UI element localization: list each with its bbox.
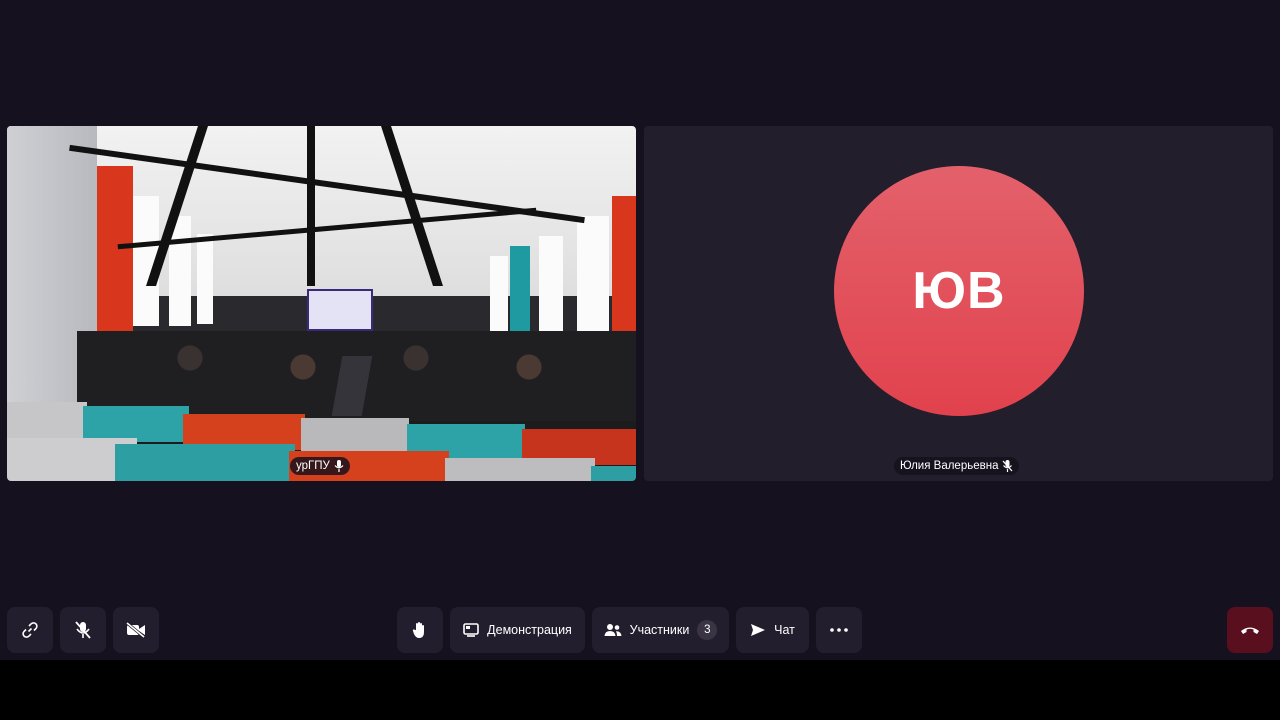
participant-tile-avatar[interactable]: ЮВ Юлия Валерьевна <box>644 126 1273 481</box>
send-icon <box>750 623 766 637</box>
raise-hand-button[interactable] <box>397 607 443 653</box>
screen-share-label: Демонстрация <box>487 623 572 637</box>
mic-off-icon <box>75 621 91 639</box>
participant-tile-video[interactable]: урГПУ <box>7 126 636 481</box>
microphone-toggle-button[interactable] <box>60 607 106 653</box>
screen-share-button[interactable]: Демонстрация <box>450 607 585 653</box>
mic-on-icon <box>334 460 344 472</box>
participant-name: урГПУ <box>296 460 330 472</box>
bottom-bar <box>0 660 1280 720</box>
copy-link-button[interactable] <box>7 607 53 653</box>
camera-toggle-button[interactable] <box>113 607 159 653</box>
link-icon <box>21 621 39 639</box>
avatar: ЮВ <box>834 166 1084 416</box>
users-icon <box>604 623 622 637</box>
camera-off-icon <box>126 622 146 638</box>
participants-button[interactable]: Участники 3 <box>592 607 729 653</box>
call-stage: урГПУ ЮВ Юлия Валерьевна Демонстрация Уч… <box>0 0 1280 660</box>
participant-name: Юлия Валерьевна <box>900 460 999 472</box>
mic-muted-icon <box>1002 460 1013 472</box>
phone-hangup-icon <box>1240 625 1260 635</box>
participants-count-badge: 3 <box>697 620 718 640</box>
avatar-initials: ЮВ <box>912 262 1006 320</box>
video-feed <box>7 126 636 481</box>
hangup-button[interactable] <box>1227 607 1273 653</box>
participant-name-tag: Юлия Валерьевна <box>894 457 1020 475</box>
chat-button[interactable]: Чат <box>736 607 809 653</box>
participants-label: Участники <box>629 623 690 637</box>
more-icon <box>830 628 848 632</box>
more-options-button[interactable] <box>816 607 862 653</box>
participant-name-tag: урГПУ <box>290 457 350 475</box>
chat-label: Чат <box>774 623 795 637</box>
hand-icon <box>412 621 428 639</box>
screen-share-icon <box>463 623 479 637</box>
